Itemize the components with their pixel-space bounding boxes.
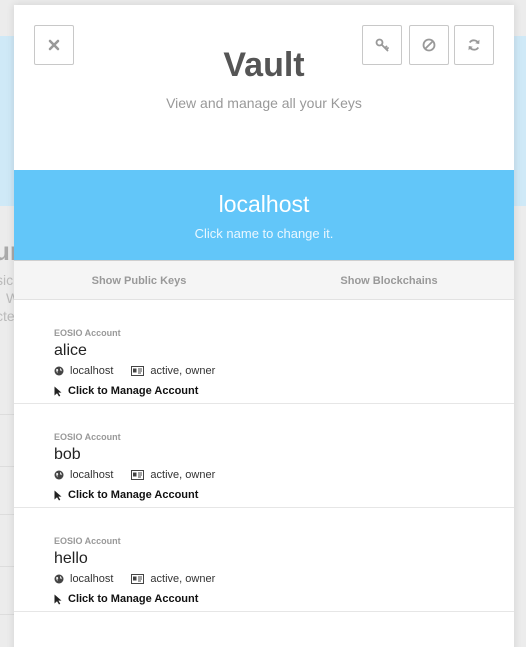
globe-icon [54, 366, 64, 376]
manage-account-label: Click to Manage Account [68, 489, 199, 501]
list-item[interactable]: EOSIO Account bob localhost active, owne… [14, 404, 514, 508]
account-type: EOSIO Account [54, 432, 121, 442]
id-card-icon [131, 366, 145, 376]
page-subtitle: View and manage all your Keys [166, 95, 362, 111]
account-permissions: active, owner [150, 365, 216, 377]
account-permissions: active, owner [150, 469, 216, 481]
account-meta: localhost active, owner [54, 571, 514, 587]
manage-account-label: Click to Manage Account [68, 593, 199, 605]
show-blockchains-button[interactable]: Show Blockchains [264, 261, 514, 299]
account-network: localhost [70, 365, 114, 377]
list-item[interactable]: EOSIO Account alice localhost active, ow… [14, 300, 514, 404]
account-name: bob [54, 446, 81, 463]
globe-icon [54, 470, 64, 480]
page-title: Vault [223, 46, 305, 84]
account-meta: localhost active, owner [54, 467, 514, 483]
background-divider [0, 614, 14, 615]
account-network: localhost [70, 573, 114, 585]
cursor-icon [54, 594, 62, 604]
network-selector[interactable]: localhost Click name to change it. [14, 170, 514, 260]
background-divider [0, 566, 14, 567]
manage-account-link[interactable]: Click to Manage Account [54, 593, 514, 605]
account-permissions: active, owner [150, 573, 216, 585]
cursor-icon [54, 386, 62, 396]
show-public-keys-button[interactable]: Show Public Keys [14, 261, 264, 299]
account-meta: localhost active, owner [54, 363, 514, 379]
account-type: EOSIO Account [54, 328, 121, 338]
background-text-fragment: cte [0, 308, 15, 324]
manage-account-link[interactable]: Click to Manage Account [54, 489, 514, 501]
globe-icon [54, 574, 64, 584]
list-item[interactable]: EOSIO Account hello localhost active, ow… [14, 508, 514, 612]
account-type: EOSIO Account [54, 536, 121, 546]
vault-modal: Vault View and manage all your Keys loca… [14, 5, 514, 647]
account-list: EOSIO Account alice localhost active, ow… [14, 300, 514, 612]
background-divider [0, 414, 14, 415]
account-network: localhost [70, 469, 114, 481]
account-name: hello [54, 550, 88, 567]
manage-account-label: Click to Manage Account [68, 385, 199, 397]
background-divider [0, 514, 14, 515]
background-text-fragment: sic [0, 272, 14, 288]
background-divider [0, 466, 14, 467]
account-name: alice [54, 342, 87, 359]
id-card-icon [131, 574, 145, 584]
network-hint: Click name to change it. [194, 226, 334, 241]
id-card-icon [131, 470, 145, 480]
cursor-icon [54, 490, 62, 500]
network-name[interactable]: localhost [14, 170, 514, 218]
view-toggle-bar: Show Public Keys Show Blockchains [14, 260, 514, 300]
manage-account-link[interactable]: Click to Manage Account [54, 385, 514, 397]
